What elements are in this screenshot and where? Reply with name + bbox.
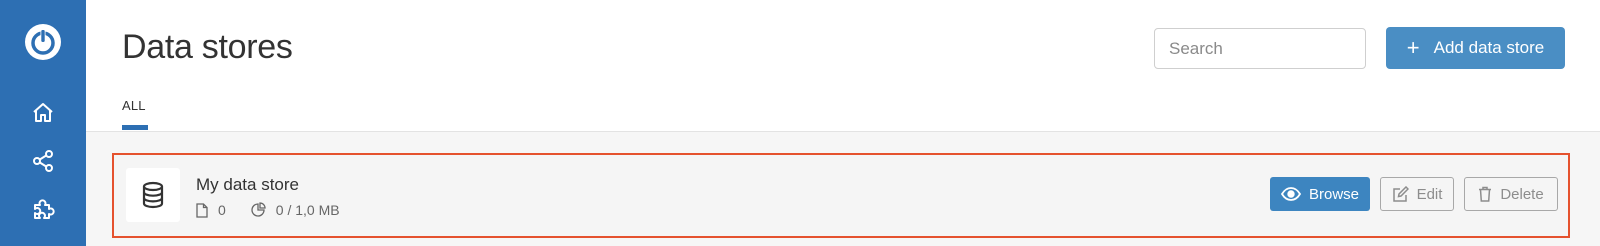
search-input[interactable]: [1154, 28, 1366, 69]
browse-button[interactable]: Browse: [1270, 177, 1370, 211]
add-data-store-label: Add data store: [1433, 38, 1545, 57]
eye-icon: [1280, 187, 1301, 201]
database-icon: [126, 168, 180, 222]
edit-button[interactable]: Edit: [1380, 177, 1454, 211]
share-icon[interactable]: [29, 147, 57, 175]
edit-icon: [1392, 186, 1409, 202]
sidebar: [0, 0, 86, 246]
plus-icon: +: [1406, 35, 1420, 60]
power-logo-icon[interactable]: [23, 22, 63, 62]
page-header: Data stores + Add data store ALL: [86, 0, 1600, 132]
data-store-meta: 0 0 / 1,0 MB: [196, 201, 340, 219]
puzzle-icon[interactable]: [29, 196, 57, 224]
page-title: Data stores: [122, 28, 293, 66]
active-tab-indicator: [122, 125, 148, 130]
home-icon[interactable]: [29, 99, 57, 127]
tab-all[interactable]: ALL: [122, 98, 146, 113]
delete-button[interactable]: Delete: [1464, 177, 1558, 211]
browse-label: Browse: [1308, 185, 1360, 203]
edit-label: Edit: [1416, 185, 1443, 203]
storage-usage-icon: [250, 202, 266, 218]
file-count: 0: [218, 202, 226, 218]
data-store-card[interactable]: My data store 0 0 / 1,0 MB Browse Edit D…: [112, 153, 1570, 238]
file-icon: [196, 202, 208, 218]
storage-usage: 0 / 1,0 MB: [275, 202, 340, 218]
delete-label: Delete: [1500, 185, 1544, 203]
data-store-name[interactable]: My data store: [196, 175, 299, 195]
add-data-store-button[interactable]: + Add data store: [1386, 27, 1565, 69]
trash-icon: [1478, 186, 1492, 202]
